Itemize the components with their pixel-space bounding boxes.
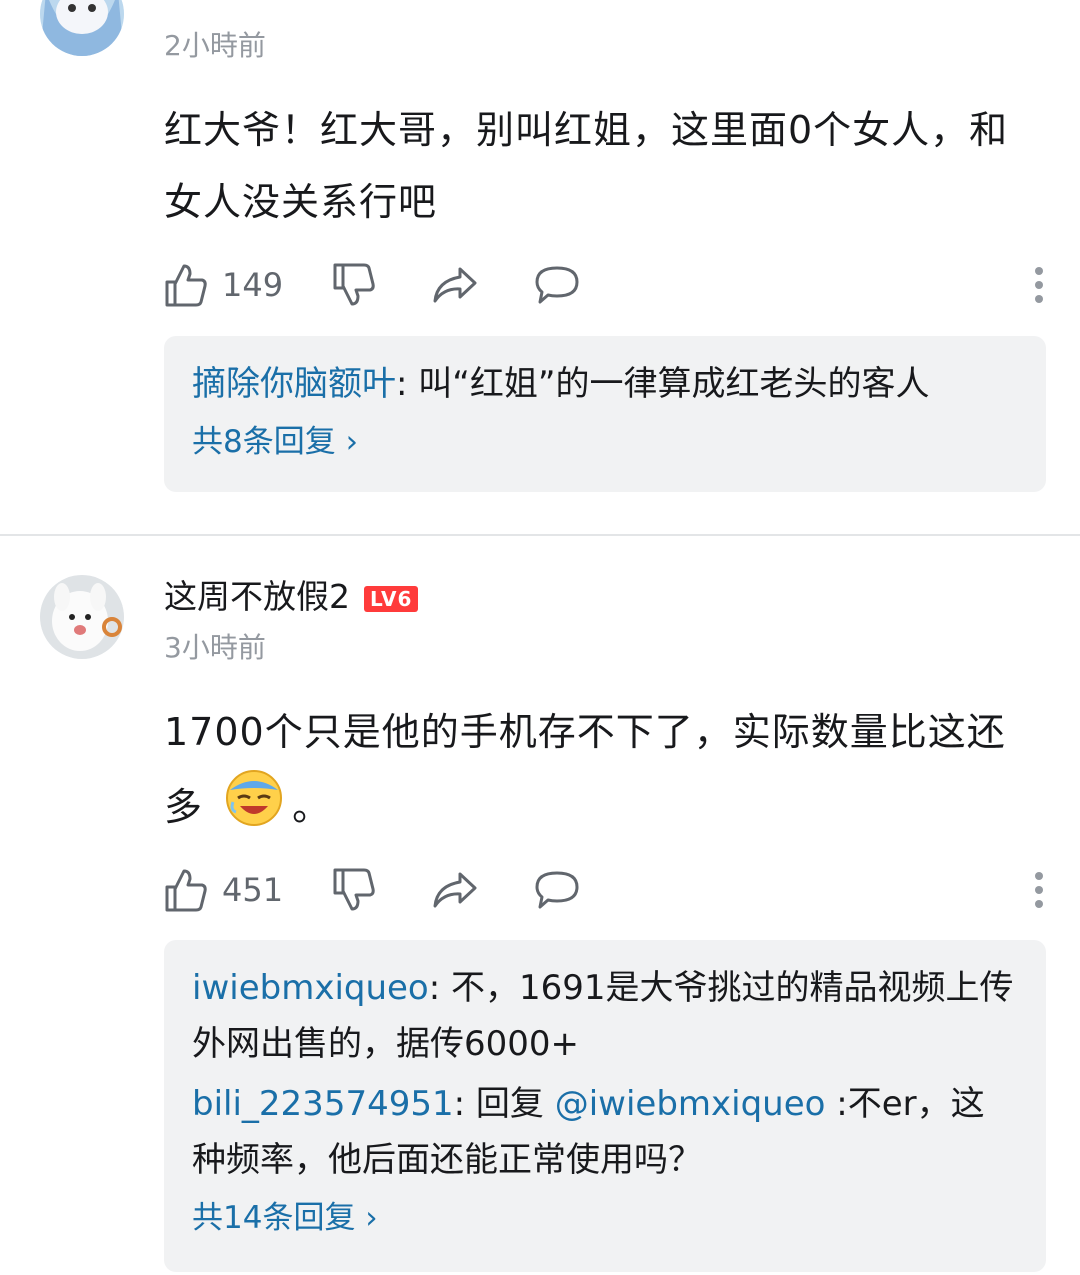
- share-icon: [433, 267, 477, 303]
- reply-preview-box[interactable]: 摘除你脑额叶: 叫“红姐”的一律算成红老头的客人 共8条回复 ›: [164, 336, 1046, 492]
- reply-item: bili_223574951: 回复 @iwiebmxiqueo :不er，这种…: [192, 1076, 1018, 1188]
- more-button[interactable]: [1034, 260, 1044, 310]
- username-text[interactable]: 这周不放假2: [164, 577, 350, 616]
- more-button[interactable]: [1034, 865, 1044, 915]
- reply-username[interactable]: bili_223574951: [192, 1084, 454, 1124]
- reply-username[interactable]: 摘除你脑额叶: [192, 364, 396, 404]
- reply-mention[interactable]: @iwiebmxiqueo: [555, 1084, 826, 1124]
- level-badge: LV6: [364, 585, 419, 612]
- avatar[interactable]: [40, 0, 124, 56]
- view-all-replies[interactable]: 共14条回复 ›: [192, 1188, 1018, 1248]
- comment-text-end: 。: [292, 785, 332, 829]
- avatar-white-pet-image: [40, 575, 124, 659]
- like-icon: [165, 869, 207, 912]
- like-button[interactable]: 451: [164, 865, 283, 915]
- comment-icon: [535, 266, 579, 304]
- divider: [0, 534, 1080, 536]
- reply-item: 摘除你脑额叶: 叫“红姐”的一律算成红老头的客人: [192, 356, 1018, 412]
- action-bar: 451: [164, 865, 1044, 915]
- comment-icon: [535, 871, 579, 909]
- reply-text: 叫“红姐”的一律算成红老头的客人: [407, 364, 930, 404]
- more-icon: [1035, 872, 1043, 908]
- reply-separator: :: [396, 364, 408, 404]
- laughing-emoji-icon: [224, 768, 284, 851]
- reply-preview-box[interactable]: iwiebmxiqueo: 不，1691是大爷挑过的精品视频上传外网出售的，据传…: [164, 940, 1046, 1272]
- share-button[interactable]: [432, 260, 478, 310]
- dislike-button[interactable]: [332, 260, 376, 310]
- reply-username[interactable]: iwiebmxiqueo: [192, 968, 429, 1008]
- action-bar: 149: [164, 260, 1044, 310]
- share-icon: [433, 872, 477, 908]
- comment-text-main: 1700个只是他的手机存不下了，实际数量比这还多: [164, 710, 1006, 829]
- reply-button[interactable]: [534, 865, 580, 915]
- like-button[interactable]: 149: [164, 260, 283, 310]
- dislike-icon: [333, 263, 375, 306]
- reply-separator: :: [428, 968, 441, 1008]
- reply-prefix: 回复: [465, 1084, 555, 1124]
- reply-item: iwiebmxiqueo: 不，1691是大爷挑过的精品视频上传外网出售的，据传…: [192, 960, 1018, 1072]
- share-button[interactable]: [432, 865, 478, 915]
- view-all-replies[interactable]: 共8条回复 ›: [192, 412, 1018, 472]
- more-icon: [1035, 267, 1043, 303]
- like-icon: [165, 264, 207, 307]
- reply-button[interactable]: [534, 260, 580, 310]
- avatar[interactable]: [40, 575, 124, 659]
- username: 这周不放假2 LV6: [164, 570, 419, 618]
- avatar-anime-image: [40, 0, 124, 56]
- dislike-button[interactable]: [332, 865, 376, 915]
- like-count: 149: [222, 266, 284, 304]
- comment-text: 1700个只是他的手机存不下了，实际数量比这还多 。: [164, 696, 1044, 851]
- comment-text: 红大爷！红大哥，别叫红姐，这里面0个女人，和女人没关系行吧: [164, 108, 1009, 224]
- dislike-icon: [333, 868, 375, 911]
- like-count: 451: [222, 871, 284, 909]
- reply-separator: :: [453, 1084, 466, 1124]
- comment-time: 3小時前: [164, 631, 266, 664]
- comment-time: 2小時前: [164, 29, 266, 62]
